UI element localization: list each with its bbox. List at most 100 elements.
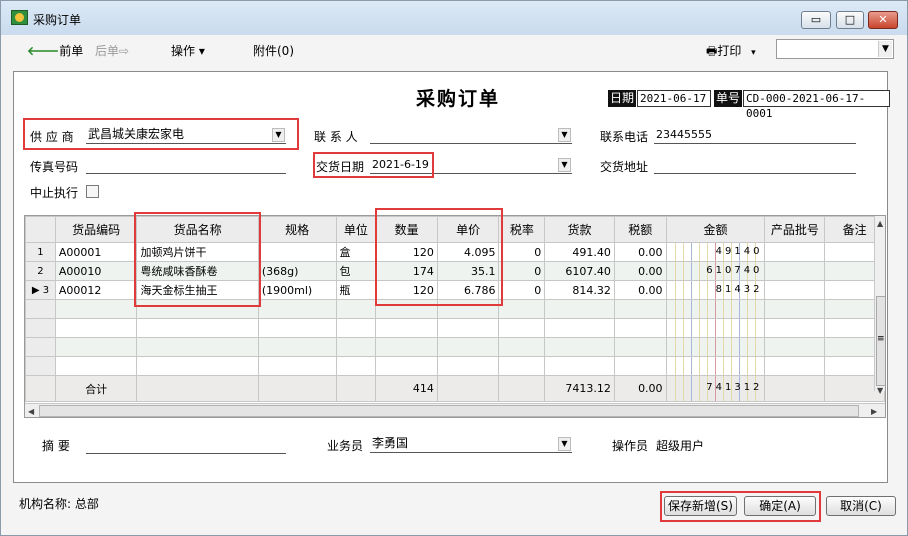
cell-payment[interactable]: 814.32 (544, 280, 615, 300)
empty-cell[interactable] (54, 299, 138, 319)
col-header-batch[interactable]: 产品批号 (764, 216, 826, 243)
prev-button[interactable]: 🡐前单 (27, 42, 83, 59)
col-header-unit[interactable]: 单位 (335, 216, 377, 243)
empty-cell[interactable] (257, 337, 337, 357)
toolbar-select[interactable]: ▼ (776, 39, 894, 59)
empty-cell[interactable] (54, 318, 138, 338)
empty-cell[interactable] (136, 356, 259, 376)
empty-cell[interactable] (335, 299, 377, 319)
cell-taxrate[interactable]: 0 (498, 261, 546, 281)
scroll-up-icon[interactable]: ▲ (877, 219, 883, 228)
salesman-field[interactable]: 李勇国 ▼ (370, 435, 572, 453)
cell-taxrate[interactable]: 0 (498, 242, 546, 262)
cell-payment[interactable]: 491.40 (544, 242, 615, 262)
cell-qty[interactable]: 120 (375, 280, 438, 300)
cell-tax[interactable]: 0.00 (613, 280, 667, 300)
empty-cell[interactable] (136, 337, 259, 357)
empty-cell[interactable] (54, 356, 138, 376)
horizontal-scroll-thumb[interactable] (39, 405, 859, 417)
col-header-name[interactable]: 货品名称 (136, 216, 259, 243)
empty-cell[interactable] (544, 299, 615, 319)
row-number[interactable]: 2 (25, 261, 56, 281)
delivery-addr-field[interactable] (654, 156, 856, 174)
table-row-empty[interactable] (25, 337, 885, 357)
row-number[interactable]: 1 (25, 242, 56, 262)
operations-menu[interactable]: 操作 ▾ (171, 42, 205, 59)
empty-cell[interactable] (665, 356, 766, 376)
empty-cell[interactable] (613, 318, 667, 338)
ok-button[interactable]: 确定(A) (744, 496, 816, 516)
empty-cell[interactable] (436, 356, 500, 376)
table-row-empty[interactable] (25, 318, 885, 338)
chevron-down-icon[interactable]: ▼ (558, 128, 571, 142)
supplier-field[interactable]: 武昌城关康宏家电 ▼ (86, 126, 286, 144)
empty-cell[interactable] (498, 299, 546, 319)
row-number[interactable] (25, 318, 56, 338)
empty-cell[interactable] (613, 356, 667, 376)
cell-spec[interactable]: (368g) (257, 261, 337, 281)
cell-amount[interactable]: 610740 (665, 261, 766, 281)
summary-field[interactable] (86, 436, 286, 454)
cell-tax[interactable]: 0.00 (613, 242, 667, 262)
cell-qty[interactable]: 120 (375, 242, 438, 262)
chevron-down-icon[interactable]: ▼ (272, 128, 285, 142)
cell-batch[interactable] (764, 280, 826, 300)
empty-cell[interactable] (498, 337, 546, 357)
empty-cell[interactable] (764, 337, 826, 357)
cell-name[interactable]: 粤统咸味香酥卷 (136, 261, 259, 281)
attachment-button[interactable]: 附件(0) (253, 42, 294, 59)
fax-field[interactable] (86, 156, 286, 174)
scroll-down-icon[interactable]: ▼ (877, 386, 883, 395)
empty-cell[interactable] (257, 318, 337, 338)
empty-cell[interactable] (375, 318, 438, 338)
scroll-left-icon[interactable]: ◀ (28, 407, 34, 416)
cell-payment[interactable]: 6107.40 (544, 261, 615, 281)
save-new-button[interactable]: 保存新增(S) (664, 496, 737, 516)
maximize-button[interactable]: □ (836, 11, 864, 29)
empty-cell[interactable] (613, 337, 667, 357)
empty-cell[interactable] (375, 299, 438, 319)
cell-spec[interactable]: (1900ml) (257, 280, 337, 300)
empty-cell[interactable] (498, 318, 546, 338)
date-value[interactable]: 2021-06-17 (637, 90, 711, 107)
empty-cell[interactable] (375, 356, 438, 376)
row-number[interactable]: ▶ 3 (25, 280, 56, 300)
table-row-empty[interactable] (25, 299, 885, 319)
cell-batch[interactable] (764, 261, 826, 281)
empty-cell[interactable] (436, 337, 500, 357)
empty-cell[interactable] (335, 356, 377, 376)
cell-code[interactable]: A00010 (54, 261, 138, 281)
empty-cell[interactable] (436, 299, 500, 319)
cell-price[interactable]: 4.095 (436, 242, 500, 262)
empty-cell[interactable] (136, 299, 259, 319)
row-number[interactable] (25, 299, 56, 319)
empty-cell[interactable] (764, 318, 826, 338)
cell-unit[interactable]: 瓶 (335, 280, 377, 300)
cancel-button[interactable]: 取消(C) (826, 496, 896, 516)
empty-cell[interactable] (54, 337, 138, 357)
empty-cell[interactable] (375, 337, 438, 357)
chevron-down-icon[interactable]: ▼ (558, 437, 571, 451)
suspend-checkbox[interactable] (86, 185, 99, 198)
empty-cell[interactable] (544, 318, 615, 338)
empty-cell[interactable] (257, 299, 337, 319)
empty-cell[interactable] (613, 299, 667, 319)
cell-amount[interactable]: 81432 (665, 280, 766, 300)
col-header-tax[interactable]: 税额 (613, 216, 667, 243)
empty-cell[interactable] (335, 318, 377, 338)
vertical-scroll-thumb[interactable]: ≡ (876, 296, 885, 386)
print-button[interactable]: 🖶打印 ▾ (706, 42, 756, 63)
cell-taxrate[interactable]: 0 (498, 280, 546, 300)
delivery-date-field[interactable]: 2021-6-19 ▼ (370, 156, 572, 174)
empty-cell[interactable] (665, 299, 766, 319)
table-row-empty[interactable] (25, 356, 885, 376)
vertical-scrollbar[interactable]: ▲ ≡ ▼ (874, 216, 885, 395)
close-button[interactable]: ✕ (868, 11, 898, 29)
cell-spec[interactable] (257, 242, 337, 262)
col-header-taxrate[interactable]: 税率 (498, 216, 546, 243)
scroll-right-icon[interactable]: ▶ (871, 407, 877, 416)
cell-batch[interactable] (764, 242, 826, 262)
cell-amount[interactable]: 49140 (665, 242, 766, 262)
empty-cell[interactable] (436, 318, 500, 338)
col-header-spec[interactable]: 规格 (257, 216, 337, 243)
